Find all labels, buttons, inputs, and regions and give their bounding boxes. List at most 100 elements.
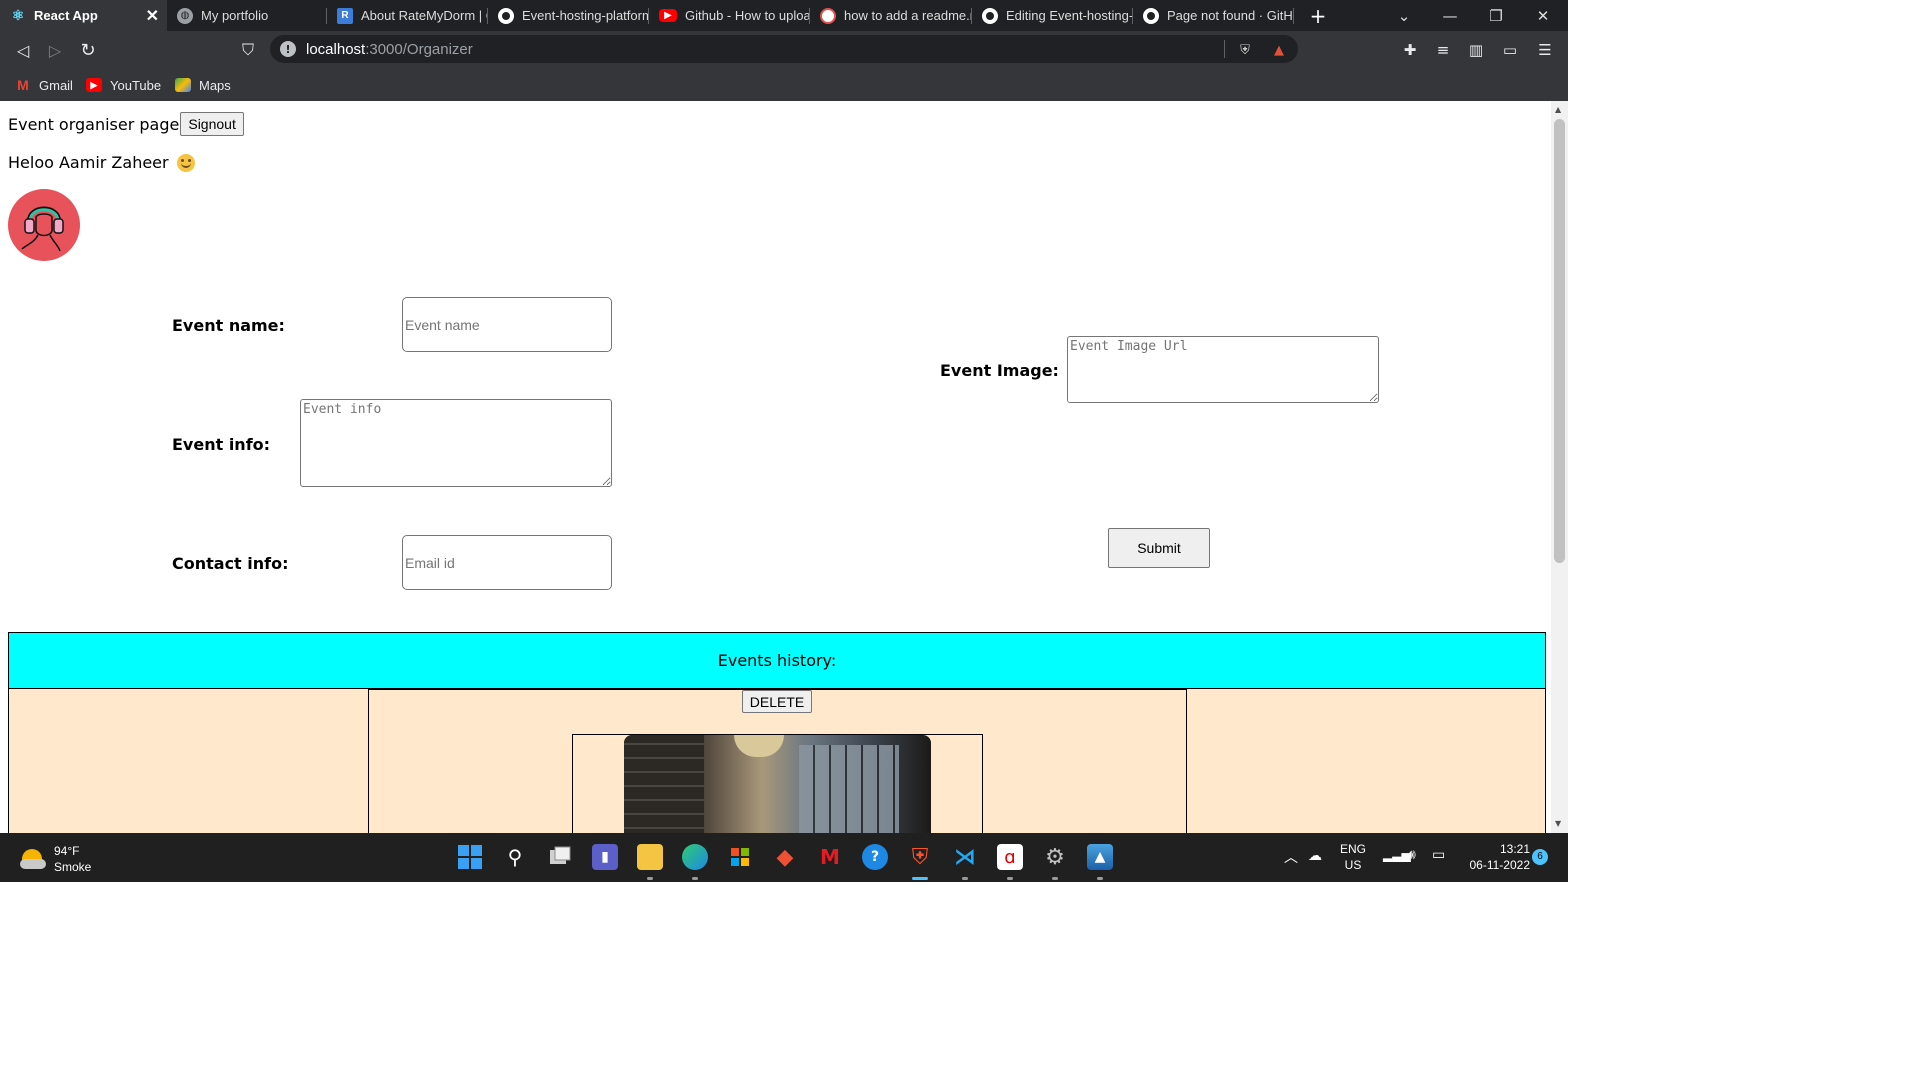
- maps-icon: [175, 78, 191, 92]
- help-icon[interactable]: ?: [862, 844, 888, 870]
- avatar: [8, 189, 80, 261]
- sun-haze-icon: [20, 849, 46, 869]
- onedrive-icon[interactable]: ☁: [1308, 847, 1322, 864]
- forward-icon[interactable]: ▷: [41, 36, 69, 64]
- signout-button[interactable]: Signout: [180, 112, 244, 136]
- wallet-icon[interactable]: ▭: [1499, 39, 1521, 61]
- vscode-icon[interactable]: ⋊: [952, 844, 978, 870]
- bookmarks-bar: M Gmail ▶ YouTube Maps: [0, 68, 1568, 101]
- github-icon: [1143, 7, 1159, 24]
- weather-condition: Smoke: [54, 860, 92, 874]
- bookmark-gmail[interactable]: M Gmail: [15, 75, 73, 95]
- teams-chat-icon[interactable]: ▮: [592, 844, 618, 870]
- task-view-icon[interactable]: [547, 844, 573, 870]
- photos-icon[interactable]: ▲: [1087, 844, 1113, 870]
- taskbar: 94°F Smoke ⚲ ▮ ◆ M ? ⛨ ⋊ ɑ ⚙ ▲ ︿ ☁ ENG U…: [0, 833, 1568, 882]
- tab-search-chevron-icon[interactable]: ⌄: [1381, 0, 1427, 31]
- tab-title: how to add a readme.r: [844, 8, 972, 23]
- language-code: ENG: [1339, 842, 1366, 856]
- language-indicator[interactable]: ENG US: [1335, 841, 1371, 873]
- minimize-icon[interactable]: —: [1427, 0, 1473, 31]
- page-scrollbar[interactable]: ▲ ▼: [1551, 101, 1568, 833]
- event-info-textarea[interactable]: [300, 399, 612, 487]
- restore-icon[interactable]: ❐: [1473, 0, 1519, 31]
- back-icon[interactable]: ◁: [9, 36, 37, 64]
- reload-icon[interactable]: ↻: [74, 36, 102, 64]
- sidebar-icon[interactable]: ▥: [1465, 39, 1487, 61]
- globe-icon: ◍: [177, 7, 193, 24]
- weather-temp: 94°F: [54, 844, 80, 858]
- battery-icon[interactable]: ▭: [1432, 846, 1445, 863]
- show-hidden-icons-chevron-icon[interactable]: ︿: [1284, 847, 1298, 867]
- event-image-frame: [572, 734, 983, 833]
- tab-title: React App: [34, 8, 98, 23]
- greeting-text: Heloo Aamir Zaheer: [8, 153, 169, 172]
- bookmark-icon[interactable]: ⛉: [234, 36, 262, 64]
- scrollbar-thumb[interactable]: [1554, 119, 1565, 563]
- close-tab-icon[interactable]: ✕: [146, 6, 159, 26]
- page-title: Event organiser page: [8, 114, 180, 134]
- page-viewport: Event organiser page Signout Heloo Aamir…: [0, 101, 1551, 833]
- bookmark-label: Maps: [199, 77, 231, 93]
- submit-button[interactable]: Submit: [1108, 528, 1210, 568]
- mcafee-icon[interactable]: M: [817, 844, 843, 870]
- address-bar[interactable]: ! localhost:3000/Organizer ⛨ ▲: [270, 35, 1298, 63]
- youtube-icon: ▶: [659, 9, 677, 22]
- airtel-icon[interactable]: ɑ: [997, 844, 1023, 870]
- search-icon[interactable]: ⚲: [502, 844, 528, 870]
- tab-editing-event-hosting[interactable]: Editing Event-hosting-p: [972, 0, 1133, 31]
- clock-time: 13:21: [1499, 842, 1530, 856]
- tab-github-upload[interactable]: ▶ Github - How to uploa: [649, 0, 810, 31]
- email-field[interactable]: [402, 535, 612, 590]
- git-icon[interactable]: ◆: [772, 844, 798, 870]
- events-history-list: DELETE: [8, 689, 1546, 833]
- tab-event-hosting-platform[interactable]: Event-hosting-platform: [488, 0, 649, 31]
- tab-title: My portfolio: [201, 8, 269, 23]
- tab-my-portfolio[interactable]: ◍ My portfolio: [167, 0, 327, 31]
- event-image-url-textarea[interactable]: [1067, 336, 1379, 403]
- site-info-icon[interactable]: !: [280, 41, 296, 57]
- volume-icon[interactable]: 🔊︎: [1407, 846, 1416, 863]
- contact-info-label: Contact info:: [172, 554, 289, 573]
- file-explorer-icon[interactable]: [637, 844, 663, 870]
- close-window-icon[interactable]: ✕: [1520, 0, 1566, 31]
- bookmark-youtube[interactable]: ▶ YouTube: [86, 75, 161, 95]
- extensions-icon[interactable]: ✚: [1399, 39, 1421, 61]
- menu-icon[interactable]: ☰: [1534, 39, 1556, 61]
- headphones-avatar-icon: [21, 206, 64, 252]
- weather-widget[interactable]: 94°F Smoke: [20, 843, 91, 875]
- tab-react-app[interactable]: ⚛ React App ✕: [0, 0, 167, 31]
- brave-shields-icon[interactable]: ⛨: [1236, 41, 1254, 59]
- delete-button[interactable]: DELETE: [742, 690, 812, 713]
- reading-list-icon[interactable]: ≡: [1432, 39, 1454, 61]
- event-image-label: Event Image:: [940, 361, 1059, 380]
- bookmark-label: YouTube: [110, 77, 162, 93]
- new-tab-icon[interactable]: +: [1296, 0, 1340, 31]
- notification-badge[interactable]: 6: [1532, 849, 1548, 865]
- clock[interactable]: 13:21 06-11-2022: [1460, 841, 1531, 873]
- scroll-down-icon[interactable]: ▼: [1555, 819, 1561, 828]
- brave-rewards-icon[interactable]: ▲: [1270, 41, 1288, 59]
- event-name-input[interactable]: [402, 297, 612, 352]
- smiley-emoji-icon: [176, 153, 195, 172]
- settings-gear-icon[interactable]: ⚙: [1042, 844, 1068, 870]
- tab-ratemydorm[interactable]: R About RateMyDorm | C: [327, 0, 488, 31]
- tab-readme[interactable]: how to add a readme.r: [810, 0, 972, 31]
- tab-title: Event-hosting-platform: [522, 8, 649, 23]
- edge-icon[interactable]: [682, 844, 708, 870]
- windows-start-icon[interactable]: [457, 844, 483, 870]
- tab-title: Page not found · GitHu: [1167, 8, 1294, 23]
- event-info-label: Event info:: [172, 435, 271, 454]
- youtube-icon: ▶: [86, 78, 102, 92]
- react-icon: ⚛: [11, 7, 25, 23]
- tab-strip: ⚛ React App ✕ ◍ My portfolio R About Rat…: [0, 0, 1568, 31]
- clock-date: 06-11-2022: [1469, 858, 1531, 872]
- bookmark-maps[interactable]: Maps: [175, 75, 231, 95]
- microsoft-store-icon[interactable]: [727, 844, 753, 870]
- brave-browser-icon[interactable]: ⛨: [907, 844, 933, 870]
- readme-site-icon: [820, 7, 836, 24]
- tab-page-not-found[interactable]: Page not found · GitHu: [1133, 0, 1294, 31]
- region-code: US: [1344, 858, 1362, 872]
- event-card: DELETE: [368, 689, 1187, 833]
- scroll-up-icon[interactable]: ▲: [1555, 105, 1561, 114]
